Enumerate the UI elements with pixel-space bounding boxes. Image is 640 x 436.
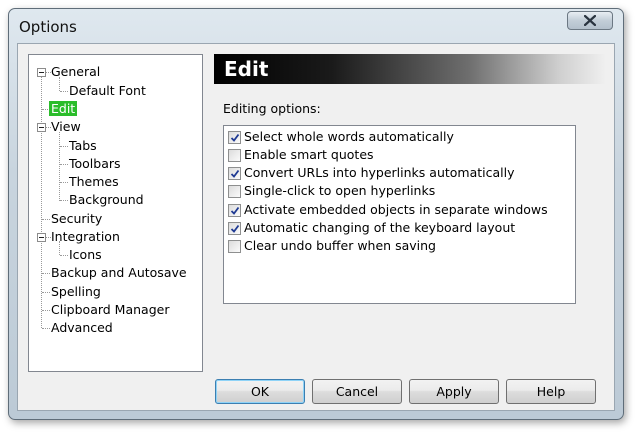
- tree-item-integration[interactable]: Integration: [49, 228, 122, 246]
- collapse-toggle-integration[interactable]: [37, 233, 46, 242]
- option-clear-undo-buffer[interactable]: Clear undo buffer when saving: [228, 237, 436, 255]
- tree-connector: [41, 72, 42, 328]
- tree-item-label: Default Font: [69, 83, 146, 98]
- option-label: Clear undo buffer when saving: [244, 238, 436, 253]
- tree-item-tabs[interactable]: Tabs: [67, 137, 99, 155]
- checkbox-activate-embedded-objects[interactable]: [228, 203, 241, 217]
- option-select-whole-words[interactable]: Select whole words automatically: [228, 128, 454, 146]
- tree-item-label: Advanced: [51, 320, 113, 335]
- option-label: Convert URLs into hyperlinks automatical…: [244, 165, 515, 180]
- tree-item-spelling[interactable]: Spelling: [49, 283, 103, 301]
- checkbox-single-click-hyperlinks[interactable]: [228, 184, 241, 198]
- collapse-toggle-general[interactable]: [37, 68, 46, 77]
- option-convert-urls[interactable]: Convert URLs into hyperlinks automatical…: [228, 164, 515, 182]
- options-window: Options General Default Font Edit View T…: [8, 8, 624, 420]
- checkbox-enable-smart-quotes[interactable]: [228, 148, 241, 162]
- dialog-client-area: General Default Font Edit View Tabs Tool…: [17, 43, 615, 411]
- option-keyboard-layout[interactable]: Automatic changing of the keyboard layou…: [228, 219, 515, 237]
- close-button[interactable]: [567, 11, 613, 30]
- tree-item-default-font[interactable]: Default Font: [67, 82, 148, 100]
- tree-item-view[interactable]: View: [49, 118, 83, 136]
- option-label: Automatic changing of the keyboard layou…: [244, 220, 516, 235]
- tree-item-label: Tabs: [69, 138, 97, 153]
- checkmark-icon: [230, 133, 240, 142]
- checkmark-icon: [230, 206, 240, 215]
- editing-options-label: Editing options:: [223, 101, 321, 116]
- tree-item-label: Backup and Autosave: [51, 265, 187, 280]
- tree-item-label: Background: [69, 192, 144, 207]
- editing-options-list: Select whole words automatically Enable …: [223, 125, 576, 304]
- ok-button[interactable]: OK: [215, 379, 305, 404]
- tree-item-label: Themes: [69, 174, 119, 189]
- tree-item-label: Spelling: [51, 284, 101, 299]
- checkbox-select-whole-words[interactable]: [228, 130, 241, 144]
- checkbox-keyboard-layout[interactable]: [228, 221, 241, 235]
- section-header: Edit: [214, 54, 606, 84]
- option-single-click-hyperlinks[interactable]: Single-click to open hyperlinks: [228, 182, 435, 200]
- section-title: Edit: [224, 57, 269, 81]
- tree-item-general[interactable]: General: [49, 63, 102, 81]
- tree-item-label: Edit: [49, 101, 78, 116]
- tree-item-label: Toolbars: [69, 156, 121, 171]
- tree-item-backup-and-autosave[interactable]: Backup and Autosave: [49, 264, 189, 282]
- option-label: Single-click to open hyperlinks: [244, 183, 436, 198]
- option-label: Activate embedded objects in separate wi…: [244, 202, 548, 217]
- title-bar[interactable]: Options: [9, 9, 623, 43]
- cancel-button[interactable]: Cancel: [312, 379, 402, 404]
- checkbox-convert-urls[interactable]: [228, 166, 241, 180]
- tree-item-security[interactable]: Security: [49, 210, 104, 228]
- apply-button[interactable]: Apply: [409, 379, 499, 404]
- collapse-toggle-view[interactable]: [37, 123, 46, 132]
- checkbox-clear-undo-buffer[interactable]: [228, 239, 241, 253]
- tree-item-themes[interactable]: Themes: [67, 173, 121, 191]
- tree-connector: [59, 132, 60, 201]
- option-activate-embedded-objects[interactable]: Activate embedded objects in separate wi…: [228, 201, 548, 219]
- tree-item-toolbars[interactable]: Toolbars: [67, 155, 123, 173]
- tree-item-label: Integration: [51, 229, 120, 244]
- tree-item-edit[interactable]: Edit: [49, 100, 78, 118]
- help-button[interactable]: Help: [506, 379, 596, 404]
- tree-item-label: Icons: [69, 247, 102, 262]
- checkmark-icon: [230, 169, 240, 178]
- tree-item-label: Clipboard Manager: [51, 302, 170, 317]
- close-icon: [584, 15, 596, 26]
- options-tree[interactable]: General Default Font Edit View Tabs Tool…: [28, 54, 203, 372]
- tree-item-advanced[interactable]: Advanced: [49, 319, 115, 337]
- option-enable-smart-quotes[interactable]: Enable smart quotes: [228, 146, 374, 164]
- option-label: Select whole words automatically: [244, 129, 454, 144]
- option-label: Enable smart quotes: [244, 147, 374, 162]
- tree-item-label: View: [51, 119, 81, 134]
- tree-item-clipboard-manager[interactable]: Clipboard Manager: [49, 301, 171, 319]
- tree-item-icons[interactable]: Icons: [67, 246, 104, 264]
- window-title: Options: [19, 18, 77, 36]
- tree-item-background[interactable]: Background: [67, 191, 146, 209]
- checkmark-icon: [230, 224, 240, 233]
- tree-item-label: General: [51, 64, 101, 79]
- tree-item-label: Security: [51, 211, 103, 226]
